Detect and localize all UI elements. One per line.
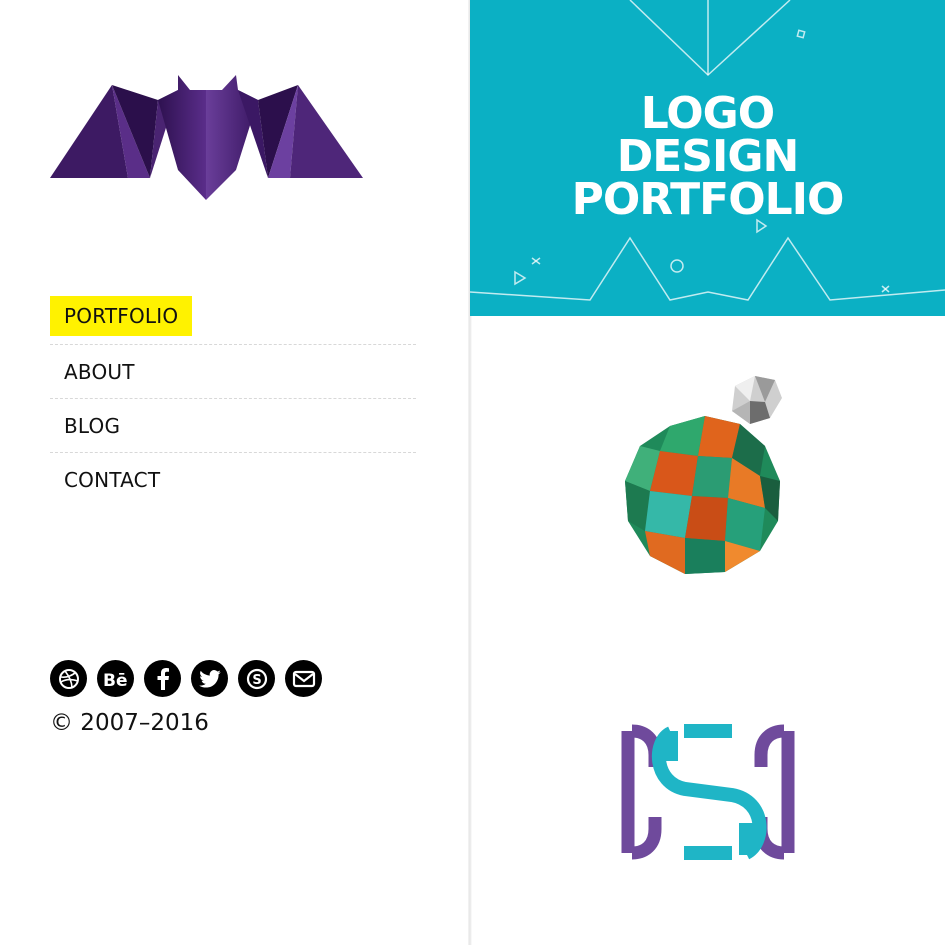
skype-icon[interactable]: S [238, 660, 275, 697]
bat-logo[interactable] [50, 70, 365, 205]
portfolio-tile-banner[interactable]: LOGO DESIGN PORTFOLIO [470, 0, 945, 316]
behance-icon[interactable]: Bē [97, 660, 134, 697]
twitter-icon[interactable] [191, 660, 228, 697]
banner-line-3: PORTFOLIO [571, 174, 845, 225]
portfolio-tile-sphere[interactable] [470, 316, 945, 631]
banner-title: LOGO DESIGN PORTFOLIO [470, 88, 945, 225]
banner-line-1: LOGO [640, 88, 775, 139]
social-links: Bē S [50, 660, 322, 697]
nav-item-about: ABOUT [50, 345, 416, 399]
svg-text:Bē: Bē [103, 671, 128, 689]
nav-link-about[interactable]: ABOUT [50, 352, 149, 392]
main-nav: PORTFOLIO ABOUT BLOG CONTACT [50, 296, 416, 507]
nav-item-portfolio: PORTFOLIO [50, 296, 416, 345]
svg-text:S: S [252, 673, 261, 688]
portfolio-tile-h-logo[interactable] [470, 631, 945, 945]
h-monogram-image [621, 724, 795, 860]
nav-item-blog: BLOG [50, 399, 416, 453]
banner-line-2: DESIGN [616, 131, 800, 182]
nav-link-blog[interactable]: BLOG [50, 406, 134, 446]
nav-link-portfolio[interactable]: PORTFOLIO [50, 296, 193, 336]
email-icon[interactable] [285, 660, 322, 697]
copyright-text: © 2007–2016 [50, 710, 209, 736]
facebook-icon[interactable] [144, 660, 181, 697]
nav-link-contact[interactable]: CONTACT [50, 460, 174, 500]
sidebar: PORTFOLIO ABOUT BLOG CONTACT Bē S © 2007… [0, 0, 470, 945]
lowpoly-sphere-image [625, 376, 782, 574]
dribbble-icon[interactable] [50, 660, 87, 697]
nav-item-contact: CONTACT [50, 453, 416, 507]
